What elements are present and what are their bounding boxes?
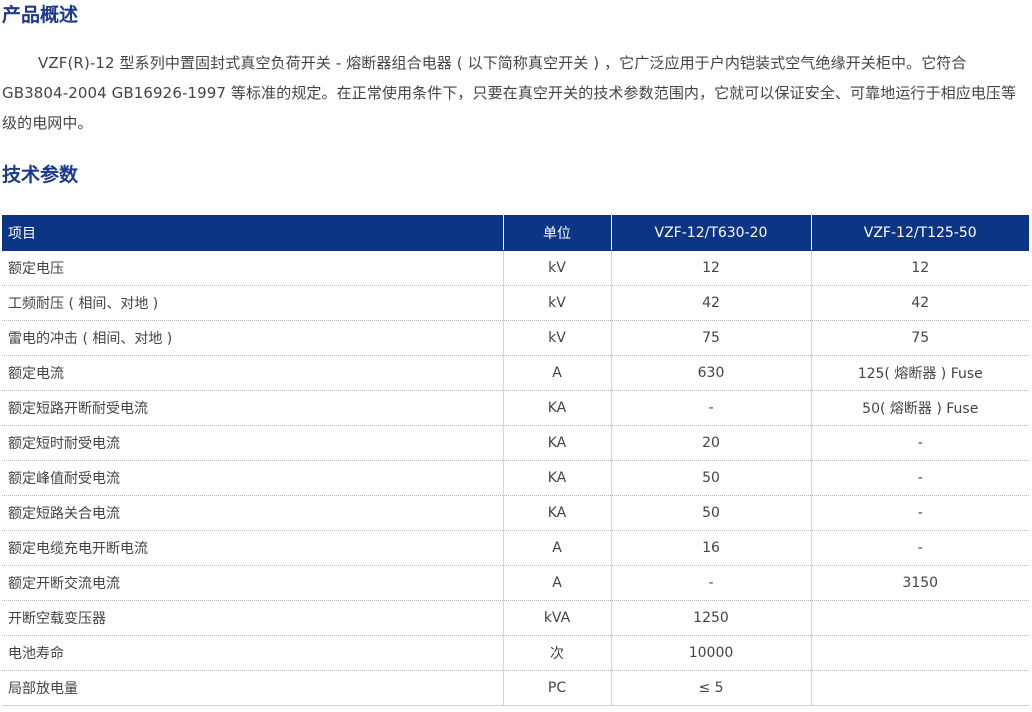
row-value-t630: 16 bbox=[611, 530, 812, 566]
header-model-t125: VZF-12/T125-50 bbox=[811, 215, 1029, 251]
row-unit: KA bbox=[503, 425, 612, 461]
row-unit: KA bbox=[503, 495, 612, 531]
row-item: 额定峰值耐受电流 bbox=[2, 460, 504, 496]
row-value-t630: - bbox=[611, 390, 812, 426]
specs-table: 项目 单位 VZF-12/T630-20 VZF-12/T125-50 额定电压… bbox=[2, 215, 1029, 706]
row-item: 工频耐压 ( 相间、对地 ) bbox=[2, 285, 504, 321]
row-value-t125: 125( 熔断器 ) Fuse bbox=[811, 355, 1029, 391]
row-value-t125: - bbox=[811, 425, 1029, 461]
table-row: 额定电流 A 630 125( 熔断器 ) Fuse bbox=[2, 355, 1029, 391]
table-row: 额定短路开断耐受电流 KA -50( 熔断器 ) Fuse bbox=[2, 390, 1029, 426]
header-unit: 单位 bbox=[503, 215, 612, 251]
table-row: 局部放电量 PC ≤ 5 bbox=[2, 670, 1029, 706]
table-row: 开断空载变压器 kVA 1250 bbox=[2, 600, 1029, 636]
table-row: 雷电的冲击 ( 相间、对地 ) kV 75 75 bbox=[2, 320, 1029, 356]
row-item: 开断空载变压器 bbox=[2, 600, 504, 636]
row-value-t630: 10000 bbox=[611, 635, 812, 671]
table-row: 额定峰值耐受电流 KA 50- bbox=[2, 460, 1029, 496]
row-value-t125: 3150 bbox=[811, 565, 1029, 601]
row-value-t630: 50 bbox=[611, 460, 812, 496]
row-value-t630: 75 bbox=[611, 320, 812, 356]
row-value-t630: ≤ 5 bbox=[611, 670, 812, 706]
row-item: 电池寿命 bbox=[2, 635, 504, 671]
row-item: 额定电压 bbox=[2, 250, 504, 286]
specs-title: 技术参数 bbox=[2, 164, 79, 186]
row-value-t125: 42 bbox=[811, 285, 1029, 321]
row-value-t125: - bbox=[811, 495, 1029, 531]
row-value-t125: 75 bbox=[811, 320, 1029, 356]
row-item: 局部放电量 bbox=[2, 670, 504, 706]
specs-header-row: 项目 单位 VZF-12/T630-20 VZF-12/T125-50 bbox=[2, 215, 1029, 251]
row-item: 额定短路关合电流 bbox=[2, 495, 504, 531]
header-model-t630: VZF-12/T630-20 bbox=[611, 215, 812, 251]
row-unit: PC bbox=[503, 670, 612, 706]
row-unit: KA bbox=[503, 460, 612, 496]
row-value-t630: 42 bbox=[611, 285, 812, 321]
table-row: 额定电缆充电开断电流 A 16- bbox=[2, 530, 1029, 566]
row-unit: 次 bbox=[503, 635, 612, 671]
overview-paragraph: VZF(R)-12 型系列中置固封式真空负荷开关 - 熔断器组合电器 ( 以下简… bbox=[2, 54, 1017, 132]
table-row: 工频耐压 ( 相间、对地 ) kV 42 42 bbox=[2, 285, 1029, 321]
row-value-t125 bbox=[811, 600, 1029, 636]
row-unit: A bbox=[503, 355, 612, 391]
row-value-t630: 20 bbox=[611, 425, 812, 461]
row-value-t630: 630 bbox=[611, 355, 812, 391]
row-unit: kV bbox=[503, 250, 612, 286]
row-value-t125: 50( 熔断器 ) Fuse bbox=[811, 390, 1029, 426]
row-value-t125 bbox=[811, 635, 1029, 671]
row-unit: kVA bbox=[503, 600, 612, 636]
table-row: 额定短时耐受电流 KA 20- bbox=[2, 425, 1029, 461]
row-item: 额定电缆充电开断电流 bbox=[2, 530, 504, 566]
row-item: 额定短路开断耐受电流 bbox=[2, 390, 504, 426]
row-unit: A bbox=[503, 565, 612, 601]
table-row: 额定短路关合电流 KA 50- bbox=[2, 495, 1029, 531]
header-item: 项目 bbox=[2, 215, 504, 251]
row-item: 额定开断交流电流 bbox=[2, 565, 504, 601]
row-value-t125 bbox=[811, 670, 1029, 706]
row-value-t630: - bbox=[611, 565, 812, 601]
row-unit: A bbox=[503, 530, 612, 566]
overview-title: 产品概述 bbox=[2, 4, 79, 26]
row-unit: KA bbox=[503, 390, 612, 426]
row-value-t630: 1250 bbox=[611, 600, 812, 636]
row-unit: kV bbox=[503, 285, 612, 321]
row-unit: kV bbox=[503, 320, 612, 356]
row-value-t630: 12 bbox=[611, 250, 812, 286]
row-item: 雷电的冲击 ( 相间、对地 ) bbox=[2, 320, 504, 356]
table-row: 额定电压 kV 12 12 bbox=[2, 250, 1029, 286]
row-value-t125: 12 bbox=[811, 250, 1029, 286]
table-row: 电池寿命次 10000 bbox=[2, 635, 1029, 671]
row-value-t630: 50 bbox=[611, 495, 812, 531]
row-item: 额定短时耐受电流 bbox=[2, 425, 504, 461]
row-item: 额定电流 bbox=[2, 355, 504, 391]
specs-table-body: 额定电压 kV 12 12 工频耐压 ( 相间、对地 ) kV 42 42 雷电的冲击 ( 相间… bbox=[2, 250, 1029, 706]
table-row: 额定开断交流电流 A -3150 bbox=[2, 565, 1029, 601]
row-value-t125: - bbox=[811, 460, 1029, 496]
row-value-t125: - bbox=[811, 530, 1029, 566]
